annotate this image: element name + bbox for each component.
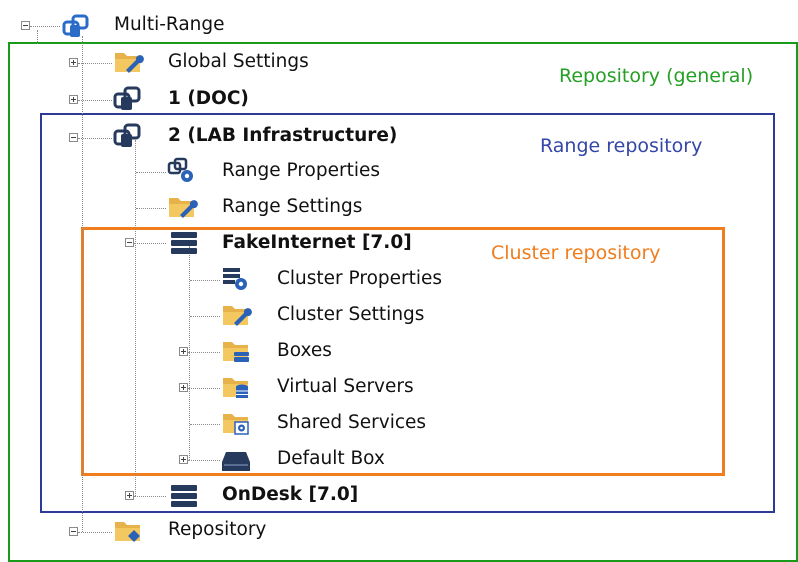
boxes-expand-toggle[interactable] (179, 347, 188, 356)
repo-lab-collapse-toggle[interactable] (69, 133, 78, 142)
tree-item-default-box[interactable]: Default Box (277, 448, 385, 469)
tree-item-range-settings[interactable]: Range Settings (222, 196, 362, 217)
ondesk-expand-toggle[interactable] (125, 491, 134, 500)
tree-item-repo-doc[interactable]: 1 (DOC) (168, 88, 249, 109)
range-properties-icon (167, 157, 193, 182)
range-repository-annotation: Range repository (540, 135, 703, 157)
server-stack-icon (171, 485, 197, 507)
tree-item-repository[interactable]: Repository (168, 519, 266, 540)
server-stack-icon (171, 232, 197, 254)
multi-range-icon (62, 14, 89, 37)
repository-icon (113, 123, 141, 147)
folder-wrench-icon (223, 306, 252, 326)
root-collapse-toggle[interactable] (21, 21, 30, 30)
repository-icon (113, 86, 141, 110)
tree-item-repo-lab-infrastructure[interactable]: 2 (LAB Infrastructure) (168, 125, 397, 146)
cluster-repository-highlight-box (81, 227, 725, 476)
folder-wrench-icon (169, 198, 198, 218)
cluster-properties-icon (223, 268, 247, 290)
tree-item-range-properties[interactable]: Range Properties (222, 160, 380, 181)
tree-item-fakeinternet[interactable]: FakeInternet [7.0] (222, 232, 412, 253)
tree-item-virtual-servers[interactable]: Virtual Servers (277, 376, 414, 397)
tree-item-cluster-settings[interactable]: Cluster Settings (277, 304, 424, 325)
repo-doc-expand-toggle[interactable] (69, 95, 78, 104)
tree-item-multi-range[interactable]: Multi-Range (114, 14, 225, 35)
tree-item-cluster-properties[interactable]: Cluster Properties (277, 268, 442, 289)
tree-item-global-settings[interactable]: Global Settings (168, 51, 309, 72)
box-icon (222, 452, 250, 471)
repository-general-annotation: Repository (general) (559, 65, 754, 87)
folder-gear-icon (223, 414, 249, 435)
virtual-servers-expand-toggle[interactable] (179, 383, 188, 392)
tree-item-ondesk[interactable]: OnDesk [7.0] (222, 484, 358, 505)
folder-repository-icon (115, 522, 140, 542)
tree-item-boxes[interactable]: Boxes (277, 340, 332, 361)
folder-wrench-icon (115, 53, 144, 73)
default-box-expand-toggle[interactable] (179, 455, 188, 464)
repository-collapse-toggle[interactable] (69, 527, 78, 536)
folder-database-icon (223, 378, 248, 398)
tree-item-shared-services[interactable]: Shared Services (277, 412, 426, 433)
fakeinternet-collapse-toggle[interactable] (125, 238, 134, 247)
global-settings-expand-toggle[interactable] (69, 58, 78, 67)
folder-boxes-icon (223, 342, 249, 362)
cluster-repository-annotation: Cluster repository (491, 242, 661, 264)
